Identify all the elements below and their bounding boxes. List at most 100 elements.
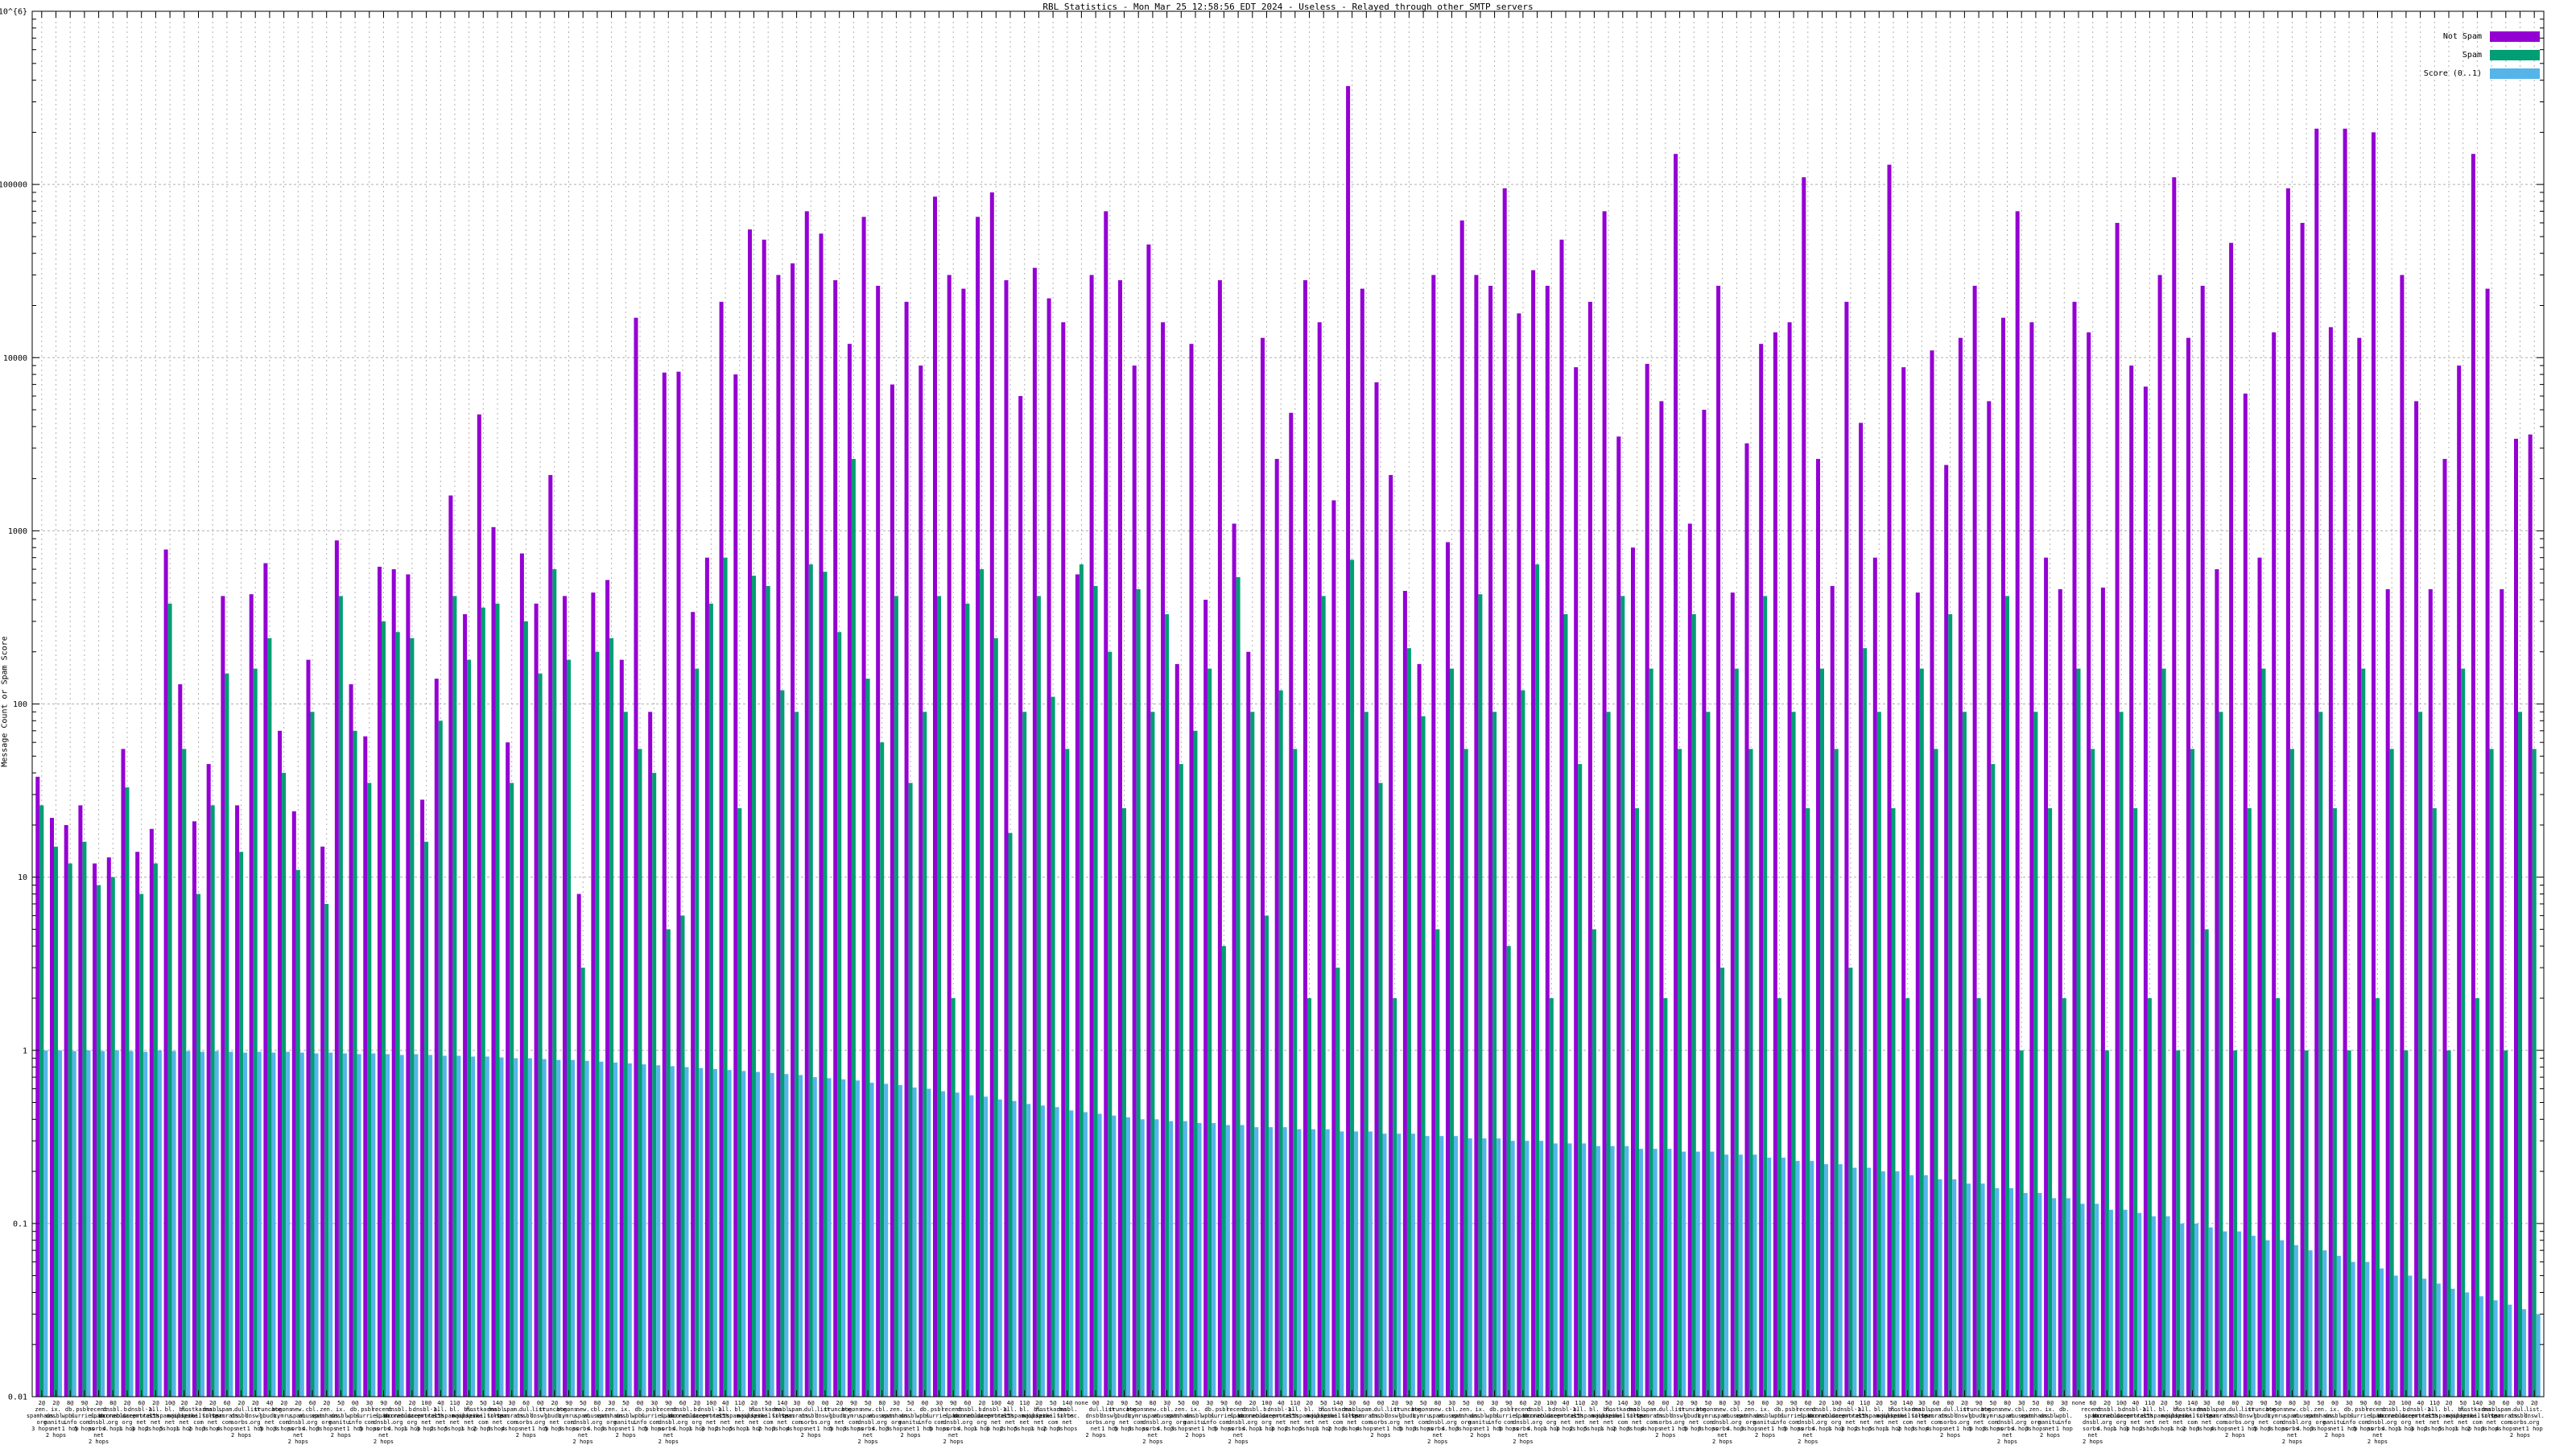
bar-not-spam [378,567,382,1397]
bar-spam [410,638,415,1397]
bar-not-spam [78,805,83,1397]
bar-spam [837,632,842,1397]
bar-score [2408,1275,2413,1397]
bar-score [627,1063,632,1397]
bar-score [101,1051,105,1397]
bar-spam [54,846,58,1397]
bar-spam [523,621,528,1397]
bar-spam [780,690,785,1397]
bar-score [1183,1121,1187,1397]
bar-spam [481,607,485,1397]
bar-spam [2176,1050,2181,1397]
bar-not-spam [448,495,453,1397]
bar-spam [823,572,828,1397]
y-tick-label: 0.01 [8,1393,27,1402]
bar-not-spam [2044,557,2049,1397]
bar-score [2336,1256,2341,1397]
bar-spam [310,712,315,1397]
bar-not-spam [791,263,795,1397]
bar-score [2095,1203,2099,1397]
bar-spam [2161,668,2166,1397]
bar-score [157,1050,162,1397]
bar-spam [1948,614,1953,1397]
bar-not-spam [249,594,254,1397]
bar-score [927,1088,931,1397]
bar-score [1382,1133,1387,1397]
bar-score [2223,1231,2227,1397]
bar-spam [1008,832,1013,1397]
bar-score [328,1052,333,1397]
bar-spam [39,805,44,1397]
bar-not-spam [1246,651,1251,1397]
y-tick-label: 10000 [3,354,27,363]
rbl-statistics-chart: 1x10^{6} 100000 10000 1000 100 10 1 0.1 0.01 RBL… [0,0,2576,1449]
bar-score [2194,1223,2198,1397]
bar-not-spam [1787,322,1792,1397]
bar-spam [652,773,657,1397]
chart-title: RBL Statistics - Mon Mar 25 12:58:56 EDT… [1042,2,1534,12]
bar-not-spam [1431,275,1436,1397]
bar-score [1867,1167,1872,1397]
bar-score [1567,1143,1572,1397]
bar-not-spam [2015,211,2020,1397]
bar-not-spam [933,196,937,1397]
bar-spam [1307,998,1311,1397]
bar-not-spam [406,574,411,1397]
bar-spam [1378,782,1383,1397]
bar-score [428,1055,433,1397]
bar-spam [1863,648,1868,1397]
bar-not-spam [334,540,339,1397]
bar-spam [808,564,813,1397]
bar-spam [1179,764,1183,1397]
bar-spam [695,668,700,1397]
bar-not-spam [2300,222,2305,1397]
y-tick-label: 100 [13,700,27,709]
bar-spam [737,808,742,1397]
bar-not-spam [263,563,268,1397]
bar-score [1952,1179,1957,1397]
y-tick-label: 100000 [0,181,27,190]
x-tick-label: 3@ db. wpbl. info 1 hop [2055,1400,2073,1432]
bar-not-spam [149,828,154,1397]
bar-score [342,1053,347,1397]
bar-spam [2204,929,2209,1397]
bar-spam [196,894,200,1397]
bar-score [1639,1149,1643,1397]
bar-score [86,1050,91,1397]
legend-swatch-not-spam [2490,31,2540,42]
bar-score [2450,1288,2455,1397]
bar-not-spam [833,280,838,1397]
bar-score [386,1054,390,1397]
bar-not-spam [534,603,539,1397]
bar-score [1012,1100,1017,1397]
bar-score [2052,1198,2057,1397]
bar-not-spam [1360,288,1364,1397]
legend-swatch-score [2490,68,2540,79]
bar-spam [367,782,372,1397]
bar-score [1995,1188,2000,1397]
bar-spam [1521,690,1525,1397]
bar-score [1454,1136,1458,1397]
bar-score [670,1066,675,1397]
bar-spam [2461,668,2466,1397]
bar-score [2080,1203,2085,1397]
bar-spam [1563,614,1568,1397]
bar-spam [1635,808,1639,1397]
bar-spam [1193,730,1198,1397]
bar-not-spam [733,374,738,1397]
bar-score [1169,1121,1174,1397]
bar-spam [167,603,172,1397]
bar-score [1852,1167,1857,1397]
bar-spam [865,679,870,1397]
bar-score [1880,1171,1885,1397]
bar-not-spam [1602,211,1607,1397]
bar-spam [1364,712,1368,1397]
bar-spam [2133,808,2138,1397]
bar-spam [338,596,343,1397]
bar-spam [395,632,400,1397]
bar-spam [2389,749,2394,1397]
bar-spam [1919,668,1924,1397]
bar-not-spam [919,365,923,1397]
bar-spam [1748,749,1753,1397]
bar-score [1026,1104,1031,1397]
